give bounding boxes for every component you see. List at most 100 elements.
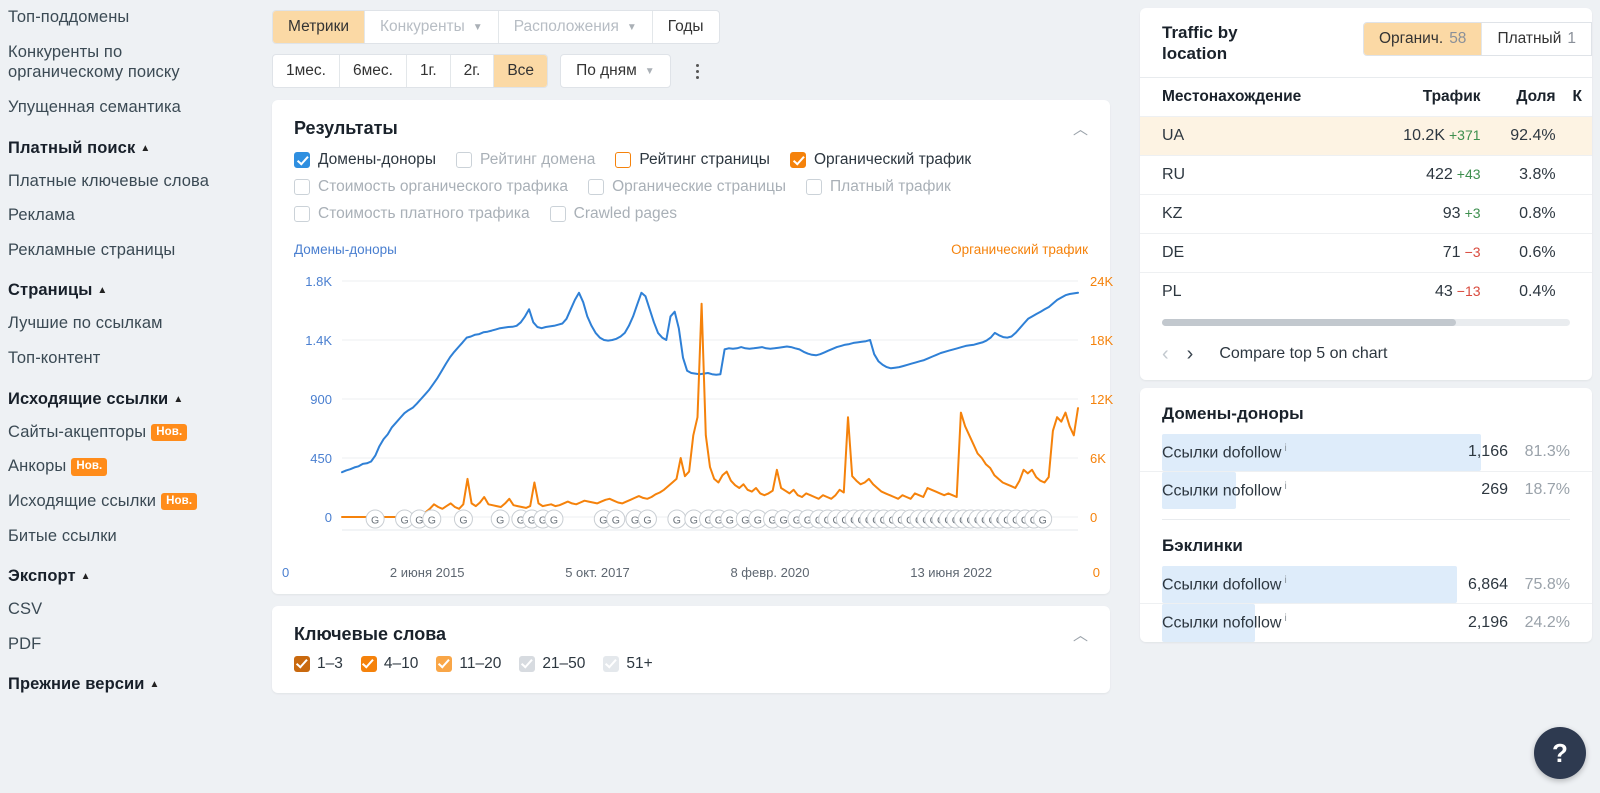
link-stat-row[interactable]: Ссылки dofollow i 1,166 81.3% bbox=[1140, 433, 1592, 471]
view-tab-2[interactable]: Расположения ▼ bbox=[499, 11, 653, 43]
metric-checkbox-r3-0[interactable]: Стоимость платного трафика bbox=[294, 205, 530, 223]
table-row[interactable]: PL 43 −13 0.4% bbox=[1140, 271, 1592, 311]
sidebar-group-3[interactable]: Платный поиск ▲ bbox=[8, 125, 236, 164]
new-badge: Нов. bbox=[161, 492, 198, 511]
view-tabs[interactable]: Метрики Конкуренты ▼ Расположения ▼ Годы bbox=[272, 10, 720, 44]
keyword-bucket-3[interactable]: 21–50 bbox=[519, 655, 585, 673]
info-icon[interactable]: i bbox=[1284, 613, 1286, 624]
metric-checkboxes: Домены-доноры Рейтинг домена Рейтинг стран… bbox=[272, 143, 1110, 238]
sidebar-item-12[interactable]: Анкоры Нов. bbox=[8, 449, 236, 484]
chevron-up-icon[interactable]: ︿ bbox=[1073, 118, 1088, 139]
sidebar-item-8[interactable]: Лучшие по ссылкам bbox=[8, 306, 236, 341]
range-tab-1мес.[interactable]: 1мес. bbox=[273, 55, 340, 87]
question-mark-icon[interactable]: ? bbox=[1534, 727, 1586, 779]
sidebar-item-0[interactable]: Топ-поддомены bbox=[8, 0, 236, 35]
keyword-bucket-2[interactable]: 11–20 bbox=[436, 655, 501, 673]
view-tab-3[interactable]: Годы bbox=[653, 11, 719, 43]
checkbox-box[interactable] bbox=[294, 206, 310, 222]
checkbox-label: Рейтинг страницы bbox=[639, 151, 770, 168]
cell-traffic: 10.2K bbox=[1403, 126, 1445, 144]
range-tab-2г.[interactable]: 2г. bbox=[451, 55, 495, 87]
left-axis-tick: 450 bbox=[310, 451, 332, 466]
sidebar-group-7[interactable]: Страницы ▲ bbox=[8, 267, 236, 306]
location-table-scrollbar[interactable] bbox=[1140, 311, 1592, 330]
sidebar-group-18[interactable]: Прежние версии ▲ bbox=[8, 661, 236, 700]
sidebar-item-11[interactable]: Сайты-акцепторы Нов. bbox=[8, 415, 236, 450]
keyword-bucket-0[interactable]: 1–3 bbox=[294, 655, 343, 673]
kebab-menu-icon[interactable] bbox=[687, 54, 709, 88]
sidebar-item-2[interactable]: Упущенная семантика bbox=[8, 90, 236, 125]
chevron-left-icon[interactable]: ‹ bbox=[1162, 344, 1169, 364]
metric-checkbox-r1-0[interactable]: Домены-доноры bbox=[294, 151, 436, 169]
checkbox-box[interactable] bbox=[519, 656, 536, 672]
sidebar-item-13[interactable]: Исходящие ссылки Нов. bbox=[8, 484, 236, 519]
sidebar-item-17[interactable]: PDF bbox=[8, 627, 236, 662]
link-stat-row[interactable]: Ссылки nofollow i 2,196 24.2% bbox=[1140, 603, 1592, 642]
range-tab-Все[interactable]: Все bbox=[494, 55, 548, 87]
link-stat-row[interactable]: Ссылки nofollow i 269 18.7% bbox=[1140, 470, 1592, 510]
sidebar-item-4[interactable]: Платные ключевые слова bbox=[8, 164, 236, 199]
metric-checkbox-r2-0[interactable]: Стоимость органического трафика bbox=[294, 178, 568, 196]
traffic-chart[interactable]: 1.8K 24K 1.4K 18K 900 12K 450 6K 0 0 G G G G G G G G G G G G G… bbox=[286, 263, 1113, 563]
traffic-type-tabs[interactable]: Органич. 58 Платный 1 bbox=[1362, 22, 1592, 56]
metric-checkbox-r2-2[interactable]: Платный трафик bbox=[806, 178, 951, 196]
keyword-bucket-4[interactable]: 51+ bbox=[603, 655, 653, 673]
column-header-0[interactable]: Местонахождение bbox=[1140, 76, 1373, 116]
sidebar-item-5[interactable]: Реклама bbox=[8, 198, 236, 233]
range-tab-1г.[interactable]: 1г. bbox=[407, 55, 451, 87]
checkbox-box[interactable] bbox=[456, 152, 473, 168]
table-row[interactable]: RU 422 +43 3.8% bbox=[1140, 154, 1592, 194]
view-tab-1[interactable]: Конкуренты ▼ bbox=[365, 11, 499, 43]
sidebar-item-9[interactable]: Топ-контент bbox=[8, 341, 236, 376]
sidebar-item-16[interactable]: CSV bbox=[8, 592, 236, 627]
checkbox-box[interactable] bbox=[603, 656, 620, 672]
info-icon[interactable]: i bbox=[1284, 481, 1286, 492]
checkbox-box[interactable] bbox=[549, 206, 566, 222]
checkbox-box[interactable] bbox=[294, 656, 310, 672]
checkbox-box[interactable] bbox=[294, 179, 310, 195]
cell-location: RU bbox=[1140, 154, 1373, 194]
checkbox-box[interactable] bbox=[789, 152, 806, 168]
cell-change: −3 bbox=[1464, 243, 1481, 260]
table-row[interactable]: KZ 93 +3 0.8% bbox=[1140, 193, 1592, 233]
checkbox-box[interactable] bbox=[294, 152, 310, 168]
chevron-right-icon[interactable]: › bbox=[1187, 344, 1194, 364]
compare-top-5-link[interactable]: Compare top 5 on chart bbox=[1219, 345, 1387, 363]
column-header-1[interactable]: Трафик bbox=[1372, 76, 1491, 116]
svg-text:G: G bbox=[550, 515, 558, 527]
sidebar-group-10[interactable]: Исходящие ссылки ▲ bbox=[8, 376, 236, 415]
info-icon[interactable]: i bbox=[1284, 575, 1286, 586]
metric-checkbox-r3-1[interactable]: Crawled pages bbox=[549, 205, 677, 223]
checkbox-box[interactable] bbox=[588, 179, 605, 195]
sidebar-item-14[interactable]: Битые ссылки bbox=[8, 519, 236, 554]
chevron-up-icon[interactable]: ︿ bbox=[1073, 624, 1088, 645]
view-tab-0[interactable]: Метрики bbox=[273, 11, 366, 43]
keyword-bucket-1[interactable]: 4–10 bbox=[360, 655, 418, 673]
traffic-type-tab-0[interactable]: Органич. 58 bbox=[1363, 23, 1483, 55]
checkbox-box[interactable] bbox=[436, 656, 453, 672]
sidebar-group-15[interactable]: Экспорт ▲ bbox=[8, 553, 236, 592]
new-badge: Нов. bbox=[71, 458, 108, 476]
link-stat-row[interactable]: Ссылки dofollow i 6,864 75.8% bbox=[1140, 566, 1592, 604]
info-icon[interactable]: i bbox=[1284, 443, 1286, 454]
metric-checkbox-r1-1[interactable]: Рейтинг домена bbox=[456, 151, 595, 169]
table-row[interactable]: DE 71 −3 0.6% bbox=[1140, 232, 1592, 272]
cell-traffic: 43 bbox=[1434, 282, 1453, 300]
checkbox-box[interactable] bbox=[615, 152, 632, 168]
range-tab-6мес.[interactable]: 6мес. bbox=[340, 55, 407, 87]
metric-checkbox-r1-3[interactable]: Органический трафик bbox=[789, 151, 971, 169]
checkbox-box[interactable] bbox=[806, 179, 823, 195]
svg-text:G: G bbox=[726, 515, 734, 527]
metric-checkbox-r1-2[interactable]: Рейтинг страницы bbox=[615, 151, 770, 169]
results-card: Результаты ︿ Домены-доноры Рейтинг домена… bbox=[272, 100, 1113, 594]
granularity-select[interactable]: По дням ▼ bbox=[560, 54, 671, 88]
column-header-2[interactable]: Доля bbox=[1490, 76, 1566, 116]
date-range-tabs[interactable]: 1мес. 6мес. 1г. 2г. Все bbox=[272, 54, 549, 88]
checkbox-box[interactable] bbox=[360, 656, 377, 672]
traffic-type-tab-1[interactable]: Платный 1 bbox=[1482, 23, 1591, 55]
column-header-3[interactable]: К bbox=[1565, 76, 1592, 116]
sidebar-item-6[interactable]: Рекламные страницы bbox=[8, 233, 236, 268]
table-row[interactable]: UA 10.2K +371 92.4% bbox=[1140, 115, 1592, 155]
metric-checkbox-r2-1[interactable]: Органические страницы bbox=[588, 178, 786, 196]
sidebar-item-1[interactable]: Конкуренты по органическому поиску bbox=[8, 35, 236, 90]
